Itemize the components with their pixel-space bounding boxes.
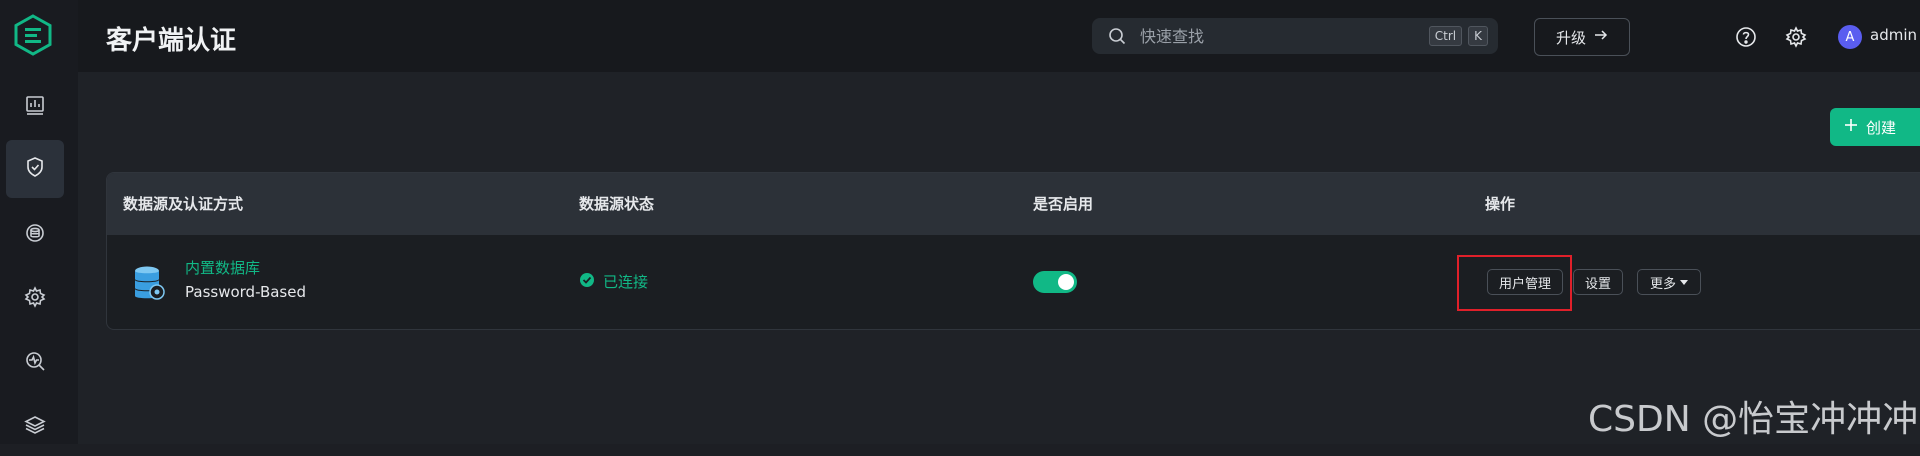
- search-shortcut: Ctrl K: [1423, 26, 1488, 46]
- create-label: 创建: [1866, 118, 1897, 137]
- column-header-datasource: 数据源及认证方式: [123, 195, 244, 213]
- search-input[interactable]: [1138, 25, 1392, 47]
- page-title: 客户端认证: [106, 26, 237, 56]
- sidebar: [0, 0, 78, 444]
- data-table: 数据源及认证方式 数据源状态 是否启用 操作 内置数据库 Password-Ba…: [106, 172, 1920, 330]
- search-bar[interactable]: Ctrl K: [1092, 18, 1498, 54]
- gear-cog-icon: [24, 286, 46, 312]
- sidebar-item-dashboard[interactable]: [6, 78, 64, 136]
- layers-icon: [24, 414, 46, 440]
- monitor-icon: [24, 350, 46, 376]
- table-header: 数据源及认证方式 数据源状态 是否启用 操作: [107, 173, 1920, 235]
- more-label: 更多: [1649, 276, 1676, 292]
- row-settings-button[interactable]: 设置: [1573, 269, 1623, 295]
- more-dropdown-button[interactable]: 更多: [1637, 269, 1701, 295]
- database-icon: [24, 222, 46, 248]
- highlight-box: [1457, 255, 1572, 311]
- datasource-name-link[interactable]: 内置数据库: [185, 257, 260, 278]
- shield-icon: [24, 156, 46, 182]
- sidebar-item-monitoring[interactable]: [6, 334, 64, 392]
- watermark: CSDN @怡宝冲冲冲: [1588, 399, 1919, 440]
- auth-method: Password-Based: [185, 283, 306, 301]
- upgrade-label: 升级: [1555, 28, 1586, 47]
- avatar[interactable]: A: [1838, 25, 1862, 49]
- toggle-knob: [1058, 274, 1074, 290]
- username[interactable]: admin: [1870, 26, 1917, 44]
- help-icon[interactable]: [1734, 25, 1758, 49]
- caret-down-icon: [1680, 275, 1688, 290]
- dashboard-icon: [24, 94, 46, 120]
- top-header: 客户端认证: [78, 0, 1920, 72]
- column-header-enabled: 是否启用: [1033, 195, 1094, 213]
- sidebar-item-settings[interactable]: [6, 270, 64, 328]
- sidebar-item-authentication[interactable]: [6, 140, 64, 198]
- column-header-actions: 操作: [1485, 195, 1516, 213]
- enabled-toggle[interactable]: [1033, 271, 1077, 293]
- status-badge: 已连接: [579, 271, 648, 292]
- plus-icon: [1844, 118, 1858, 136]
- database-stack-icon: [133, 265, 165, 305]
- column-header-status: 数据源状态: [579, 195, 655, 213]
- shortcut-key-k: K: [1468, 26, 1488, 46]
- create-button[interactable]: 创建: [1830, 108, 1920, 146]
- check-circle-icon: [579, 272, 595, 292]
- search-icon: [1108, 27, 1126, 45]
- status-text: 已连接: [603, 273, 649, 291]
- logo-icon[interactable]: [12, 14, 54, 56]
- sidebar-item-database[interactable]: [6, 206, 64, 264]
- settings-icon[interactable]: [1784, 25, 1808, 49]
- sidebar-item-layers[interactable]: [6, 398, 64, 456]
- shortcut-key-ctrl: Ctrl: [1428, 26, 1463, 46]
- arrow-right-icon: [1594, 28, 1608, 46]
- upgrade-button[interactable]: 升级: [1534, 18, 1630, 56]
